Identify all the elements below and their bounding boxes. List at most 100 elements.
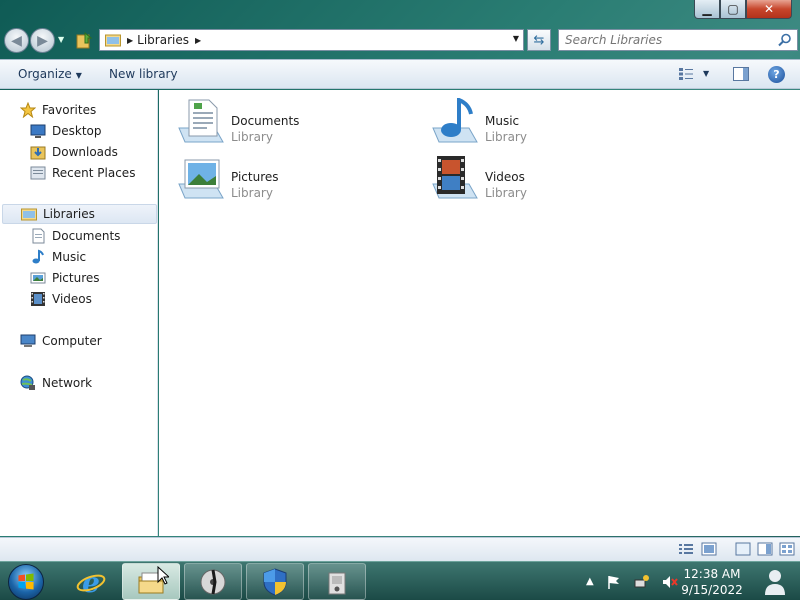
documents-icon xyxy=(32,228,45,244)
recent-places-icon xyxy=(30,166,46,180)
library-music[interactable]: Music Library xyxy=(431,98,671,148)
music-note-icon xyxy=(32,249,44,264)
split-pane-layout-icon[interactable] xyxy=(757,542,773,556)
computer-icon xyxy=(20,334,36,347)
nav-recent-places-label: Recent Places xyxy=(52,166,136,180)
nav-network[interactable]: Network xyxy=(20,373,92,393)
breadcrumb-libraries[interactable]: Libraries xyxy=(137,33,189,47)
status-bar xyxy=(0,537,800,561)
title-bar: ▁ ▢ ✕ xyxy=(0,0,800,22)
nav-videos[interactable]: Videos xyxy=(30,289,92,309)
grid-layout-icon[interactable] xyxy=(779,542,795,556)
taskbar-clock[interactable]: 12:38 AM 9/15/2022 xyxy=(680,566,744,598)
search-input[interactable] xyxy=(559,30,769,50)
library-documents[interactable]: Documents Library xyxy=(177,98,417,148)
taskbar-windows-explorer[interactable] xyxy=(122,563,180,600)
library-name: Music xyxy=(485,114,520,128)
nav-pictures[interactable]: Pictures xyxy=(30,268,100,288)
nav-libraries-label: Libraries xyxy=(43,207,95,221)
nav-network-label: Network xyxy=(42,376,93,390)
minimize-button[interactable]: ▁ xyxy=(694,0,720,19)
library-type: Library xyxy=(231,130,273,144)
nav-libraries[interactable]: Libraries xyxy=(2,204,157,224)
chevron-down-icon: ▼ xyxy=(75,71,82,80)
libraries-folder-icon xyxy=(105,34,121,47)
search-box[interactable] xyxy=(558,29,798,51)
command-bar: Organize ▼ New library ▼ ? xyxy=(0,59,800,89)
library-name: Documents xyxy=(231,114,300,128)
nav-pictures-label: Pictures xyxy=(52,271,100,285)
breadcrumb-arrow-icon[interactable]: ▶ xyxy=(195,36,201,45)
taskbar-internet-explorer[interactable]: e xyxy=(62,563,120,600)
clock-date: 9/15/2022 xyxy=(681,583,743,597)
network-status-icon[interactable] xyxy=(634,574,650,590)
forward-button[interactable]: ▶ xyxy=(30,28,55,53)
view-options-dropdown-icon[interactable]: ▼ xyxy=(703,69,709,78)
mouse-cursor-icon xyxy=(157,566,169,585)
nav-music-label: Music xyxy=(52,250,87,264)
nav-recent-places[interactable]: Recent Places xyxy=(30,163,135,183)
back-button[interactable]: ◀ xyxy=(4,28,29,53)
window-controls: ▁ ▢ ✕ xyxy=(694,0,792,19)
system-tray: ▲ xyxy=(580,562,684,600)
taskbar: e ▲ 12:38 AM 9/15/2022 xyxy=(0,561,800,600)
recent-pages-dropdown[interactable]: ▼ xyxy=(58,35,64,44)
library-type: Library xyxy=(231,186,273,200)
user-avatar[interactable] xyxy=(750,563,800,600)
start-button[interactable] xyxy=(8,564,44,600)
details-view-icon[interactable] xyxy=(678,542,694,556)
nav-downloads[interactable]: Downloads xyxy=(30,142,118,162)
documents-library-icon xyxy=(178,99,224,143)
volume-muted-icon[interactable] xyxy=(662,574,678,590)
taskbar-installer[interactable] xyxy=(308,563,366,600)
nav-desktop-label: Desktop xyxy=(52,124,102,138)
help-button[interactable]: ? xyxy=(768,66,785,83)
security-shield-icon xyxy=(263,567,287,596)
media-player-icon xyxy=(200,569,226,594)
taskbar-security[interactable] xyxy=(246,563,304,600)
address-bar[interactable]: ▶ Libraries ▶ ▼ xyxy=(99,29,524,51)
libraries-folder-icon xyxy=(21,208,37,221)
organize-button[interactable]: Organize ▼ xyxy=(18,67,82,81)
library-name: Videos xyxy=(485,170,525,184)
library-name: Pictures xyxy=(231,170,279,184)
breadcrumb-arrow-icon[interactable]: ▶ xyxy=(127,36,133,45)
nav-desktop[interactable]: Desktop xyxy=(30,121,102,141)
star-icon xyxy=(20,102,36,118)
downloads-folder-icon xyxy=(30,146,46,160)
change-view-icon[interactable] xyxy=(678,67,694,81)
show-hidden-icons-icon[interactable]: ▲ xyxy=(586,576,594,587)
nav-favorites[interactable]: Favorites xyxy=(20,100,96,120)
nav-documents-label: Documents xyxy=(52,229,121,243)
maximize-button[interactable]: ▢ xyxy=(720,0,746,19)
nav-music[interactable]: Music xyxy=(30,247,86,267)
clock-time: 12:38 AM xyxy=(683,567,741,581)
large-icons-view-icon[interactable] xyxy=(701,542,717,556)
library-pictures[interactable]: Pictures Library xyxy=(177,154,417,204)
pictures-icon xyxy=(30,272,46,284)
up-folder-icon[interactable] xyxy=(76,32,92,49)
action-center-flag-icon[interactable] xyxy=(606,574,622,590)
content-area: Documents Library Music Library Pictures… xyxy=(159,90,800,536)
taskbar-media-player[interactable] xyxy=(184,563,242,600)
nav-videos-label: Videos xyxy=(52,292,92,306)
new-library-button[interactable]: New library xyxy=(109,67,178,81)
music-library-icon xyxy=(432,98,478,143)
internet-explorer-icon: e xyxy=(76,567,106,597)
refresh-button[interactable]: ⇆ xyxy=(527,29,551,51)
close-button[interactable]: ✕ xyxy=(746,0,792,19)
address-row: ◀ ▶ ▼ ▶ Libraries ▶ ▼ ⇆ xyxy=(0,24,800,58)
nav-computer[interactable]: Computer xyxy=(20,331,102,351)
nav-computer-label: Computer xyxy=(42,334,102,348)
organize-label: Organize xyxy=(18,67,72,81)
nav-documents[interactable]: Documents xyxy=(30,226,120,246)
library-videos[interactable]: Videos Library xyxy=(431,154,671,204)
library-type: Library xyxy=(485,186,527,200)
film-strip-icon xyxy=(31,292,45,306)
desktop-icon xyxy=(30,124,46,138)
single-pane-layout-icon[interactable] xyxy=(735,542,751,556)
search-icon[interactable] xyxy=(778,33,792,47)
preview-pane-button[interactable] xyxy=(733,67,749,81)
videos-library-icon xyxy=(432,156,478,199)
address-dropdown-icon[interactable]: ▼ xyxy=(513,34,519,43)
